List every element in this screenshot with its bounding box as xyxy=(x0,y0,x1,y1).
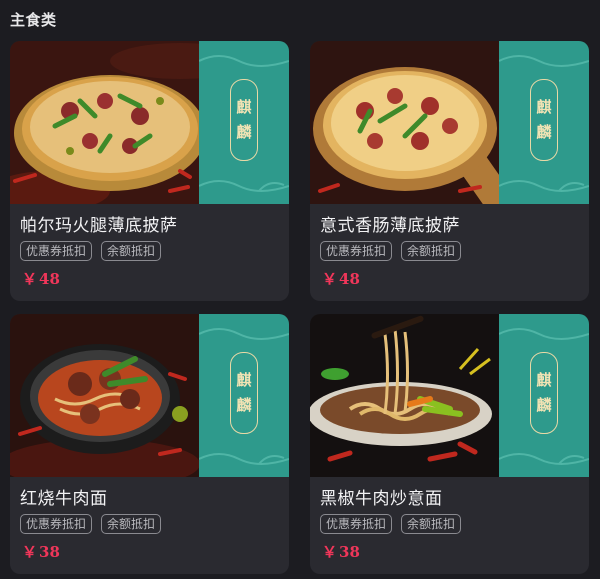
currency-symbol: ￥ xyxy=(22,270,38,288)
brand-logo: 麒 麟 xyxy=(530,352,558,434)
brand-char-qi: 麒 xyxy=(536,98,552,116)
product-name[interactable]: 帕尔玛火腿薄底披萨 xyxy=(20,211,178,236)
brand-char-qi: 麒 xyxy=(236,98,252,116)
product-image[interactable]: 麒 麟 xyxy=(10,41,289,204)
product-image[interactable]: 麒 麟 xyxy=(310,41,589,204)
price-value: 48 xyxy=(39,270,60,288)
brand-char-lin: 麟 xyxy=(536,123,552,141)
product-card-sausage-pizza[interactable]: 麒 麟 意式香肠薄底披萨 优惠券抵扣 余额抵扣 ￥ 48 xyxy=(310,41,589,301)
product-price: ￥ 38 xyxy=(22,541,60,562)
brand-char-qi: 麒 xyxy=(236,371,252,389)
coupon-tag: 优惠券抵扣 xyxy=(20,241,93,261)
brand-logo: 麒 麟 xyxy=(530,79,558,161)
product-name[interactable]: 黑椒牛肉炒意面 xyxy=(320,484,443,509)
price-value: 38 xyxy=(339,543,360,561)
brand-char-lin: 麟 xyxy=(236,396,252,414)
balance-tag: 余额抵扣 xyxy=(101,241,162,261)
product-name[interactable]: 红烧牛肉面 xyxy=(20,484,108,509)
currency-symbol: ￥ xyxy=(322,270,338,288)
section-title: 主食类 xyxy=(10,11,57,29)
brand-panel: 麒 麟 xyxy=(199,314,289,477)
price-value: 48 xyxy=(339,270,360,288)
coupon-tag: 优惠券抵扣 xyxy=(320,241,393,261)
balance-tag: 余额抵扣 xyxy=(401,241,462,261)
brand-panel: 麒 麟 xyxy=(199,41,289,204)
currency-symbol: ￥ xyxy=(22,543,38,561)
balance-tag: 余额抵扣 xyxy=(401,514,462,534)
product-card-beef-noodles[interactable]: 麒 麟 红烧牛肉面 优惠券抵扣 余额抵扣 ￥ 38 xyxy=(10,314,289,574)
balance-tag: 余额抵扣 xyxy=(101,514,162,534)
product-name[interactable]: 意式香肠薄底披萨 xyxy=(320,211,460,236)
product-price: ￥ 48 xyxy=(322,268,360,289)
brand-char-lin: 麟 xyxy=(236,123,252,141)
brand-logo: 麒 麟 xyxy=(230,79,258,161)
brand-char-qi: 麒 xyxy=(536,371,552,389)
product-card-parma-pizza[interactable]: 麒 麟 帕尔玛火腿薄底披萨 优惠券抵扣 余额抵扣 ￥ 48 xyxy=(10,41,289,301)
brand-panel: 麒 麟 xyxy=(499,314,589,477)
product-card-pepper-beef-pasta[interactable]: 麒 麟 黑椒牛肉炒意面 优惠券抵扣 余额抵扣 ￥ 38 xyxy=(310,314,589,574)
coupon-tag: 优惠券抵扣 xyxy=(320,514,393,534)
brand-char-lin: 麟 xyxy=(536,396,552,414)
brand-panel: 麒 麟 xyxy=(499,41,589,204)
product-image[interactable]: 麒 麟 xyxy=(10,314,289,477)
product-image[interactable]: 麒 麟 xyxy=(310,314,589,477)
product-price: ￥ 38 xyxy=(322,541,360,562)
currency-symbol: ￥ xyxy=(322,543,338,561)
price-value: 38 xyxy=(39,543,60,561)
product-price: ￥ 48 xyxy=(22,268,60,289)
coupon-tag: 优惠券抵扣 xyxy=(20,514,93,534)
brand-logo: 麒 麟 xyxy=(230,352,258,434)
